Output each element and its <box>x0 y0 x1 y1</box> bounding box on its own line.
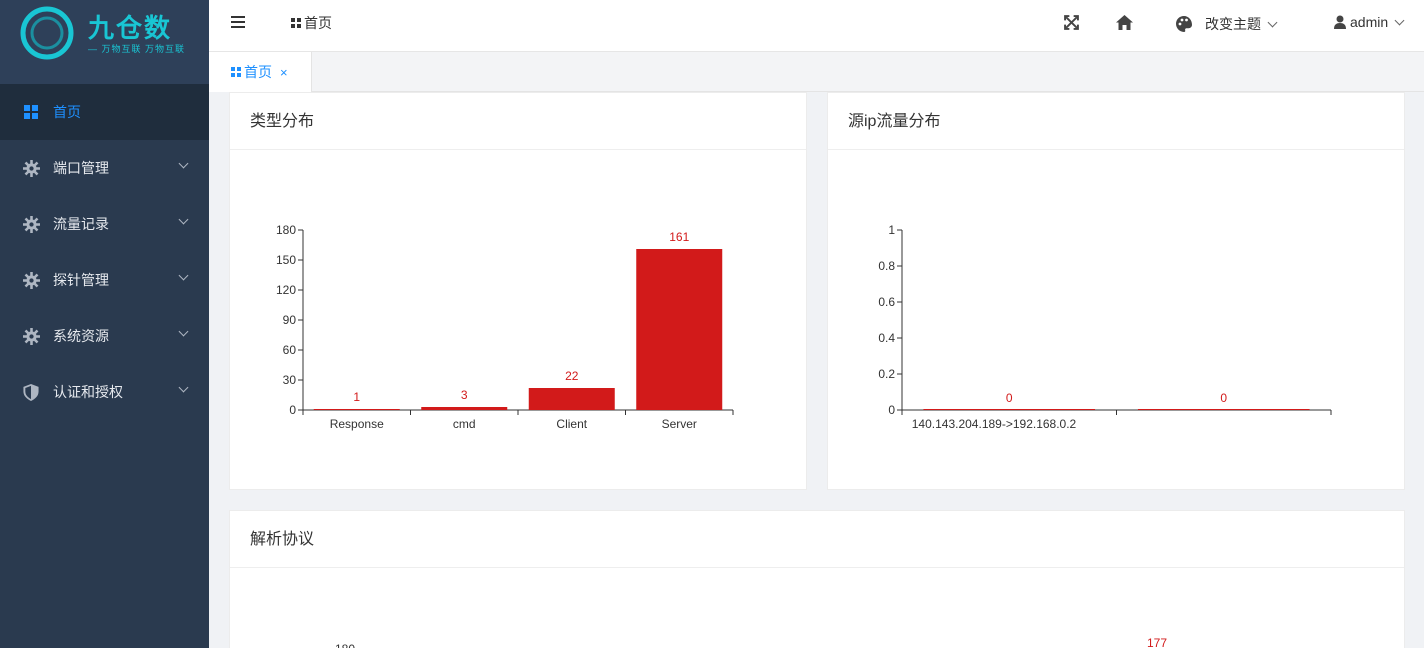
x-tick-label: Client <box>556 417 587 431</box>
tab-bar: 首页 × <box>209 52 1424 92</box>
sidebar-item-label: 探针管理 <box>53 272 109 288</box>
chevron-down-icon <box>178 158 189 169</box>
palette-icon <box>1176 16 1192 32</box>
shield-icon <box>22 383 40 401</box>
y-tick-label: 150 <box>276 253 296 267</box>
y-tick-label: 90 <box>283 313 297 327</box>
y-tick-label: 0.4 <box>878 331 895 345</box>
gear-icon <box>22 327 40 345</box>
sidebar-item-probe-management[interactable]: 探针管理 <box>0 252 209 308</box>
logo-tagline: — 万物互联 万物互联 <box>88 44 186 54</box>
sidebar: 九仓数 — 万物互联 万物互联 首页 端口管理 流量记录 探针管理 系统资源 认… <box>0 0 209 648</box>
gear-icon <box>22 159 40 177</box>
source-ip-card: 源ip流量分布 0 0.2 0.4 0.6 0.8 1 0 140.143.204.189->… <box>827 92 1405 490</box>
y-tick-label: 30 <box>283 373 297 387</box>
x-tick-label: Server <box>662 417 697 431</box>
chevron-down-icon <box>178 326 189 337</box>
bar <box>923 409 1096 410</box>
source-ip-chart: 0 0.2 0.4 0.6 0.8 1 0 140.143.204.189->192.168.… <box>878 223 1332 431</box>
tab-home[interactable]: 首页 × <box>209 52 312 92</box>
sidebar-item-label: 系统资源 <box>53 328 109 344</box>
y-tick-label: 0.2 <box>878 367 895 381</box>
fullscreen-icon[interactable] <box>1064 15 1079 30</box>
user-icon <box>1334 15 1346 29</box>
y-tick-label: 60 <box>283 343 297 357</box>
theme-switcher[interactable]: 改变主题 <box>1176 14 1278 34</box>
sidebar-item-auth[interactable]: 认证和授权 <box>0 364 209 420</box>
dashboard-icon <box>22 103 40 121</box>
y-tick-label: 0 <box>888 403 895 417</box>
y-tick-label: 1 <box>888 223 895 237</box>
sidebar-item-label: 认证和授权 <box>53 384 123 400</box>
sidebar-item-system-resources[interactable]: 系统资源 <box>0 308 209 364</box>
bar-value-label: 22 <box>565 369 579 383</box>
close-icon[interactable]: × <box>280 65 288 80</box>
logo: 九仓数 — 万物互联 万物互联 <box>0 0 209 84</box>
sidebar-item-label: 端口管理 <box>53 160 109 176</box>
bar <box>528 388 615 410</box>
x-tick-label: cmd <box>453 417 476 431</box>
type-distribution-chart: 0 30 60 90 120 150 180 1 Response 3 cmd 22 Client 161… <box>276 223 734 431</box>
breadcrumb[interactable]: 首页 <box>291 13 332 33</box>
y-tick-label: 180 <box>335 642 355 648</box>
bar-value-label: 0 <box>1006 391 1013 405</box>
bar <box>636 249 723 410</box>
bar-value-label: 1 <box>353 390 360 404</box>
home-icon[interactable] <box>1116 15 1133 30</box>
user-menu[interactable]: admin <box>1334 14 1405 30</box>
chevron-down-icon <box>178 382 189 393</box>
bar <box>421 407 508 410</box>
sidebar-item-label: 流量记录 <box>53 216 109 232</box>
sidebar-menu: 首页 端口管理 流量记录 探针管理 系统资源 认证和授权 <box>0 84 209 420</box>
top-header: 首页 改变主题 admin <box>209 0 1424 52</box>
type-distribution-card: 类型分布 0 30 60 90 120 150 180 1 Response 3 cmd 22 Clie… <box>229 92 807 490</box>
chevron-down-icon <box>1394 15 1405 25</box>
breadcrumb-label: 首页 <box>304 15 332 31</box>
y-tick-label: 0.8 <box>878 259 895 273</box>
bar-value-label: 3 <box>461 388 468 402</box>
theme-label: 改变主题 <box>1205 16 1261 32</box>
dashboard-icon <box>231 67 241 77</box>
y-tick-label: 180 <box>276 223 296 237</box>
gear-icon <box>22 271 40 289</box>
bar-value-label: 0 <box>1220 391 1227 405</box>
y-tick-label: 0 <box>289 403 296 417</box>
y-tick-label: 120 <box>276 283 296 297</box>
logo-ring-icon <box>20 6 74 60</box>
user-name: admin <box>1350 14 1389 30</box>
bar-value-label: 161 <box>669 230 689 244</box>
dashboard-icon <box>291 18 301 28</box>
tab-label: 首页 <box>244 64 272 80</box>
chevron-down-icon <box>178 270 189 281</box>
bar <box>313 409 400 410</box>
gear-icon <box>22 215 40 233</box>
chevron-down-icon <box>1267 17 1278 27</box>
menu-icon[interactable] <box>231 16 245 28</box>
logo-name: 九仓数 <box>88 14 173 44</box>
sidebar-item-label: 首页 <box>53 104 81 120</box>
x-tick-label: 140.143.204.189->192.168.0.2 <box>912 417 1077 431</box>
y-tick-label: 0.6 <box>878 295 895 309</box>
x-tick-label: Response <box>330 417 384 431</box>
bar-value-label: 177 <box>1147 636 1167 648</box>
sidebar-item-home[interactable]: 首页 <box>0 84 209 140</box>
protocol-chart: 177 180 <box>335 636 1167 648</box>
sidebar-item-port-management[interactable]: 端口管理 <box>0 140 209 196</box>
protocol-card: 解析协议 177180 <box>229 510 1405 648</box>
sidebar-item-traffic-records[interactable]: 流量记录 <box>0 196 209 252</box>
chevron-down-icon <box>178 214 189 225</box>
bar <box>1137 409 1310 410</box>
